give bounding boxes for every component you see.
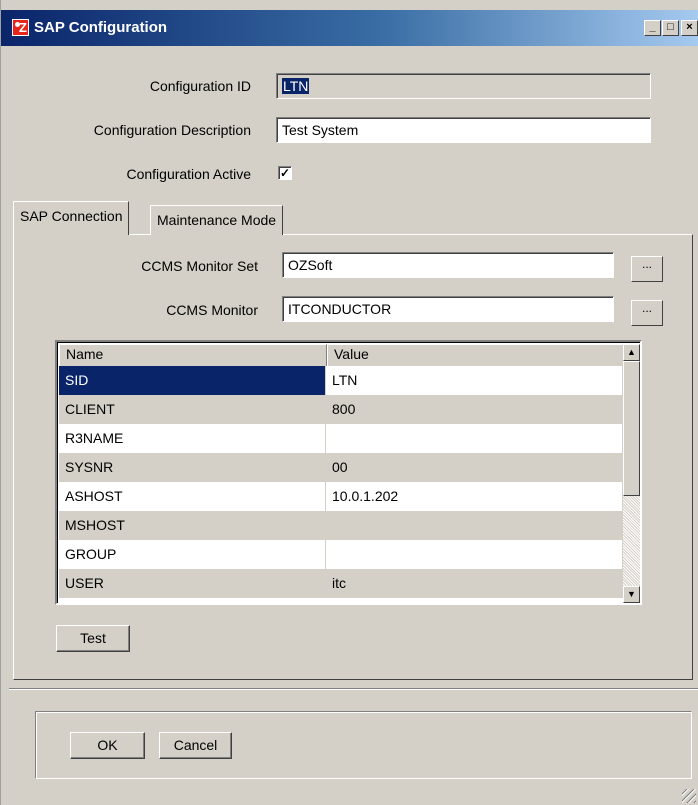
grid-cell-name[interactable]: SYSNR bbox=[59, 453, 326, 482]
cancel-button[interactable]: Cancel bbox=[159, 732, 232, 759]
ccms-monitor-label: CCMS Monitor bbox=[166, 302, 258, 318]
grid-cell-name[interactable]: SID bbox=[59, 366, 326, 395]
grid-cell-value[interactable]: 10.0.1.202 bbox=[326, 482, 623, 511]
test-button[interactable]: Test bbox=[56, 625, 130, 652]
app-logo-icon bbox=[12, 19, 29, 36]
grid-cell-name[interactable]: MSHOST bbox=[59, 511, 326, 540]
tab-maintenance-mode[interactable]: Maintenance Mode bbox=[150, 205, 284, 235]
grid-cell-name[interactable]: ASHOST bbox=[59, 482, 326, 511]
grid-cell-name[interactable]: R3NAME bbox=[59, 424, 326, 453]
table-row[interactable]: GROUP bbox=[59, 540, 623, 569]
grid-cell-value[interactable] bbox=[326, 540, 623, 569]
window-title: SAP Configuration bbox=[34, 19, 168, 36]
config-active-label: Configuration Active bbox=[126, 166, 251, 182]
scroll-down-icon[interactable]: ▼ bbox=[623, 586, 640, 603]
tab-sap-connection[interactable]: SAP Connection bbox=[13, 201, 130, 235]
sap-configuration-window: SAP Configuration _ □ × Configuration ID… bbox=[0, 0, 698, 805]
table-row[interactable]: SYSNR 00 bbox=[59, 453, 623, 482]
grid-cell-value[interactable]: itc bbox=[326, 569, 623, 598]
config-id-label: Configuration ID bbox=[149, 78, 251, 94]
sap-properties-grid[interactable]: Name Value SID LTN CLIENT 800 R3NAME SYS… bbox=[55, 340, 642, 605]
grid-cell-value[interactable] bbox=[326, 424, 623, 453]
grid-cell-name[interactable]: CLIENT bbox=[59, 395, 326, 424]
grid-cell-value[interactable] bbox=[326, 511, 623, 540]
title-bar[interactable]: SAP Configuration _ □ × bbox=[1, 10, 698, 46]
resize-grip-icon[interactable] bbox=[682, 789, 696, 803]
grid-cell-name[interactable]: USER bbox=[59, 569, 326, 598]
ok-button[interactable]: OK bbox=[70, 732, 145, 759]
config-desc-label: Configuration Description bbox=[93, 122, 251, 138]
ccms-monitor-browse-button[interactable]: ... bbox=[631, 300, 663, 326]
ccms-monitor-set-label: CCMS Monitor Set bbox=[141, 258, 258, 274]
ccms-monitor-set-field[interactable]: OZSoft bbox=[282, 252, 614, 278]
table-row[interactable]: USER itc bbox=[59, 569, 623, 598]
table-row[interactable]: SID LTN bbox=[59, 366, 623, 395]
scroll-thumb[interactable] bbox=[623, 361, 640, 496]
config-id-value: LTN bbox=[282, 78, 310, 94]
config-active-checkbox[interactable]: ✓ bbox=[278, 166, 292, 180]
table-row[interactable]: ASHOST 10.0.1.202 bbox=[59, 482, 623, 511]
ccms-monitor-set-browse-button[interactable]: ... bbox=[631, 256, 663, 282]
grid-header-name[interactable]: Name bbox=[59, 344, 327, 368]
table-row[interactable]: MSHOST bbox=[59, 511, 623, 540]
close-button[interactable]: × bbox=[681, 20, 698, 36]
separator-line bbox=[9, 688, 698, 690]
table-row[interactable]: R3NAME bbox=[59, 424, 623, 453]
grid-header-value[interactable]: Value bbox=[327, 344, 624, 368]
grid-vertical-scrollbar[interactable]: ▲ ▼ bbox=[623, 344, 640, 603]
minimize-button[interactable]: _ bbox=[644, 20, 661, 36]
table-row[interactable]: CLIENT 800 bbox=[59, 395, 623, 424]
scroll-up-icon[interactable]: ▲ bbox=[623, 344, 640, 361]
config-id-field[interactable]: LTN bbox=[276, 73, 651, 99]
grid-cell-value[interactable]: 800 bbox=[326, 395, 623, 424]
maximize-button[interactable]: □ bbox=[662, 20, 679, 36]
grid-cell-name[interactable]: GROUP bbox=[59, 540, 326, 569]
grid-cell-value[interactable]: 00 bbox=[326, 453, 623, 482]
grid-header: Name Value bbox=[59, 344, 624, 368]
config-desc-field[interactable]: Test System bbox=[276, 117, 651, 143]
ccms-monitor-field[interactable]: ITCONDUCTOR bbox=[282, 296, 614, 322]
grid-cell-value[interactable]: LTN bbox=[326, 366, 623, 395]
